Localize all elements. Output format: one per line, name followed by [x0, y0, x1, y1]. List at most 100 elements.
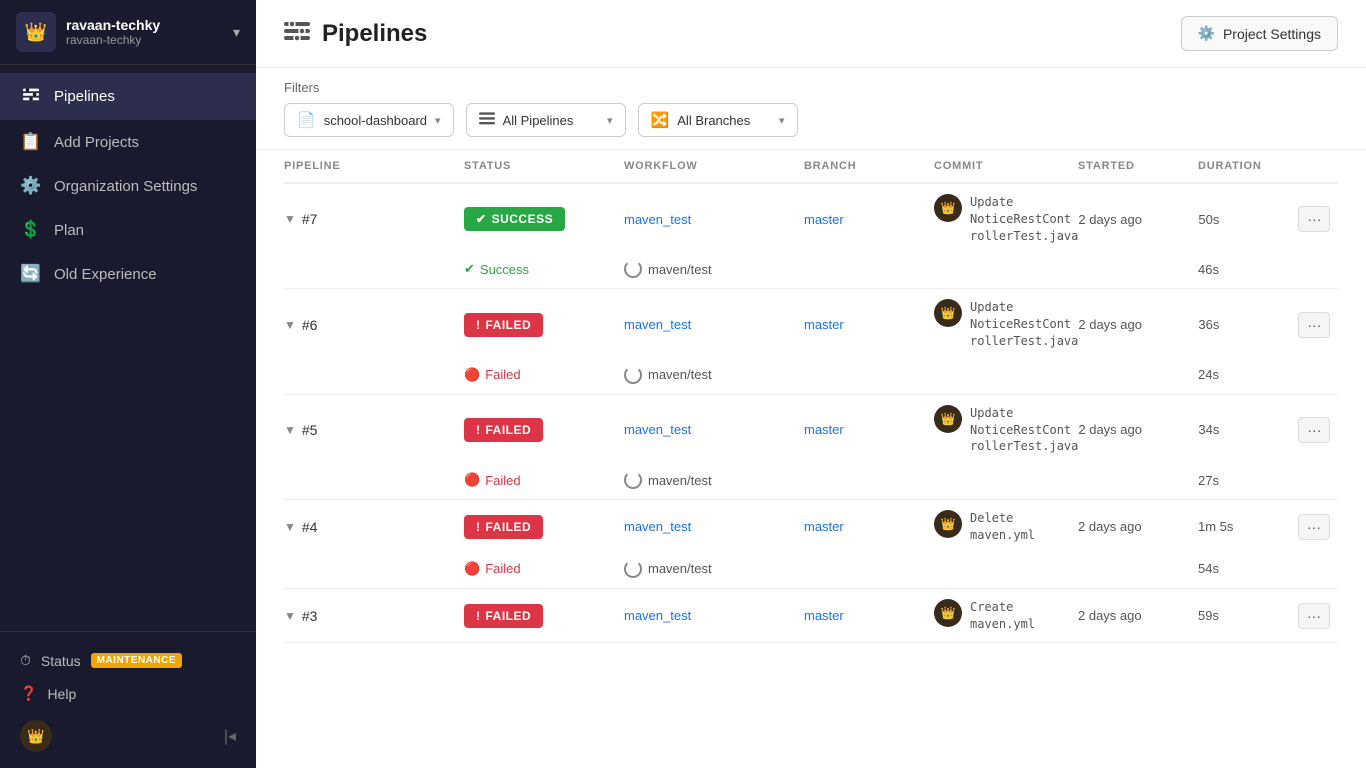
branch-link-3[interactable]: master: [804, 608, 844, 623]
project-settings-button[interactable]: ⚙️ Project Settings: [1181, 16, 1339, 51]
pipeline-number-7: #7: [302, 211, 318, 227]
commit-avatar-6: 👑: [934, 299, 962, 327]
workflow-link-5[interactable]: maven_test: [624, 422, 691, 437]
branch-7[interactable]: master: [804, 212, 934, 227]
org-avatar: 👑: [16, 12, 56, 52]
started-4: 2 days ago: [1078, 519, 1198, 534]
plan-icon: 💲: [20, 220, 42, 240]
help-label: Help: [47, 686, 76, 702]
sidebar-item-label-org-settings: Organization Settings: [54, 178, 197, 195]
branch-filter-icon: 🔀: [651, 111, 670, 129]
sidebar-item-plan[interactable]: 💲 Plan: [0, 208, 256, 252]
table-row: ▼ #3 ! FAILED maven_test master 👑: [284, 589, 1338, 643]
pipeline-number-5: #5: [302, 422, 318, 438]
workflow-3[interactable]: maven_test: [624, 608, 804, 623]
workflow-5[interactable]: maven_test: [624, 422, 804, 437]
more-actions-7[interactable]: ···: [1298, 206, 1338, 232]
branch-4[interactable]: master: [804, 519, 934, 534]
workflow-link-3[interactable]: maven_test: [624, 608, 691, 623]
sidebar-item-add-projects[interactable]: 📋 Add Projects: [0, 120, 256, 164]
sidebar-footer: ⏱ Status MAINTENANCE ❓ Help 👑 |◂: [0, 631, 256, 768]
branch-3[interactable]: master: [804, 608, 934, 623]
sub-status-5: 🔴 Failed: [464, 472, 624, 488]
filters-row: 📄 school-dashboard ▾ All Pipelines ▾ 🔀 A…: [284, 103, 1338, 137]
pipeline-filter-label: All Pipelines: [503, 113, 599, 128]
main-content: Pipelines ⚙️ Project Settings Filters 📄 …: [256, 0, 1366, 768]
sub-check-icon-7: ✔: [464, 261, 475, 277]
collapse-sidebar-button[interactable]: |◂: [224, 726, 236, 746]
branch-link-5[interactable]: master: [804, 422, 844, 437]
workflow-link-4[interactable]: maven_test: [624, 519, 691, 534]
more-button-6[interactable]: ···: [1298, 312, 1330, 338]
sidebar-item-label-pipelines: Pipelines: [54, 88, 115, 105]
workflow-link-7[interactable]: maven_test: [624, 212, 691, 227]
status-label: Status: [41, 653, 81, 669]
sidebar-item-old-experience[interactable]: 🔄 Old Experience: [0, 252, 256, 296]
branch-filter-label: All Branches: [677, 113, 771, 128]
sub-exclaim-icon-5: 🔴: [464, 472, 480, 488]
expand-arrow-3[interactable]: ▼: [284, 609, 296, 623]
commit-7: 👑 Update NoticeRestControllerTest.java: [934, 194, 1078, 244]
more-button-4[interactable]: ···: [1298, 514, 1330, 540]
project-filter-arrow-icon: ▾: [435, 114, 441, 127]
more-actions-4[interactable]: ···: [1298, 514, 1338, 540]
commit-msg-6: Update NoticeRestControllerTest.java: [970, 299, 1078, 349]
help-item[interactable]: ❓ Help: [16, 677, 240, 710]
org-name: ravaan-techky: [66, 17, 160, 33]
workflow-link-6[interactable]: maven_test: [624, 317, 691, 332]
org-sub: ravaan-techky: [66, 33, 160, 47]
expand-arrow-6[interactable]: ▼: [284, 318, 296, 332]
sub-status-4: 🔴 Failed: [464, 561, 624, 577]
pipeline-number-4: #4: [302, 519, 318, 535]
exclaim-icon-5: !: [476, 423, 481, 437]
expand-arrow-7[interactable]: ▼: [284, 212, 296, 226]
project-filter-select[interactable]: 📄 school-dashboard ▾: [284, 103, 454, 137]
branch-5[interactable]: master: [804, 422, 934, 437]
branch-link-6[interactable]: master: [804, 317, 844, 332]
more-button-7[interactable]: ···: [1298, 206, 1330, 232]
org-info-area[interactable]: 👑 ravaan-techky ravaan-techky: [16, 12, 160, 52]
col-duration: DURATION: [1198, 160, 1298, 172]
col-workflow: WORKFLOW: [624, 160, 804, 172]
duration-4: 1m 5s: [1198, 519, 1298, 534]
sidebar-item-label-plan: Plan: [54, 222, 84, 239]
commit-avatar-7: 👑: [934, 194, 962, 222]
more-actions-3[interactable]: ···: [1298, 603, 1338, 629]
commit-5: 👑 Update NoticeRestControllerTest.java: [934, 405, 1078, 455]
chevron-down-icon[interactable]: ▾: [233, 24, 240, 41]
sidebar-item-org-settings[interactable]: ⚙️ Organization Settings: [0, 164, 256, 208]
add-projects-icon: 📋: [20, 132, 42, 152]
workflow-7[interactable]: maven_test: [624, 212, 804, 227]
exclaim-icon-6: !: [476, 318, 481, 332]
sub-status-7: ✔ Success: [464, 261, 624, 277]
expand-arrow-5[interactable]: ▼: [284, 423, 296, 437]
commit-3: 👑 Create maven.yml: [934, 599, 1078, 633]
more-button-3[interactable]: ···: [1298, 603, 1330, 629]
failed-badge-4: ! FAILED: [464, 515, 543, 539]
more-button-5[interactable]: ···: [1298, 417, 1330, 443]
sub-workflow-6: maven/test: [624, 366, 804, 384]
commit-4: 👑 Delete maven.yml: [934, 510, 1078, 544]
branch-link-7[interactable]: master: [804, 212, 844, 227]
user-avatar[interactable]: 👑: [20, 720, 52, 752]
branch-link-4[interactable]: master: [804, 519, 844, 534]
check-icon-7: ✔: [476, 212, 487, 226]
pipeline-group-4: ▼ #4 ! FAILED maven_test master 👑: [284, 500, 1338, 589]
commit-avatar-3: 👑: [934, 599, 962, 627]
duration-5: 34s: [1198, 422, 1298, 437]
more-actions-5[interactable]: ···: [1298, 417, 1338, 443]
pipeline-filter-select[interactable]: All Pipelines ▾: [466, 103, 626, 137]
more-actions-6[interactable]: ···: [1298, 312, 1338, 338]
pipeline-filter-icon: [479, 111, 495, 129]
branch-6[interactable]: master: [804, 317, 934, 332]
branch-filter-select[interactable]: 🔀 All Branches ▾: [638, 103, 798, 137]
workflow-6[interactable]: maven_test: [624, 317, 804, 332]
workflow-4[interactable]: maven_test: [624, 519, 804, 534]
pipeline-id-3: ▼ #3: [284, 608, 464, 624]
failed-badge-6: ! FAILED: [464, 313, 543, 337]
pipeline-id-5: ▼ #5: [284, 422, 464, 438]
col-started: STARTED: [1078, 160, 1198, 172]
sidebar-item-pipelines[interactable]: Pipelines: [0, 73, 256, 120]
expand-arrow-4[interactable]: ▼: [284, 520, 296, 534]
commit-msg-7: Update NoticeRestControllerTest.java: [970, 194, 1078, 244]
